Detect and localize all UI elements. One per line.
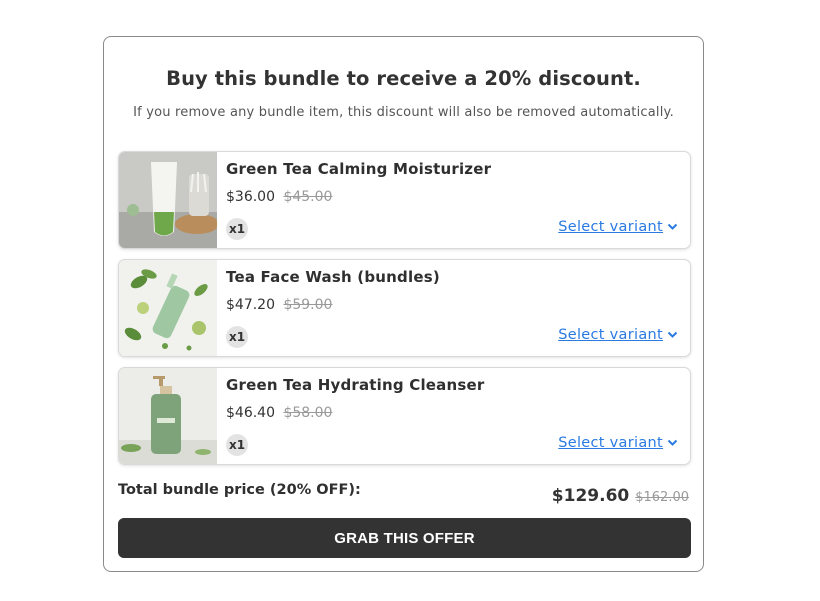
bundle-subtitle: If you remove any bundle item, this disc…: [133, 105, 674, 120]
product-name[interactable]: Green Tea Hydrating Cleanser: [226, 376, 484, 394]
select-variant-label: Select variant: [558, 219, 663, 235]
product-name[interactable]: Green Tea Calming Moisturizer: [226, 160, 491, 178]
product-original-price: $58.00: [283, 405, 333, 421]
total-price: $129.60: [551, 486, 630, 506]
chevron-down-icon: [667, 331, 678, 339]
product-price: $47.20: [226, 297, 275, 313]
product-prices: $46.40 $58.00: [226, 405, 332, 421]
select-variant-button[interactable]: Select variant: [558, 219, 678, 235]
chevron-down-icon: [667, 439, 678, 447]
bundle-item: Tea Face Wash (bundles) $47.20 $59.00 x1…: [118, 259, 691, 357]
select-variant-label: Select variant: [558, 435, 663, 451]
product-original-price: $45.00: [283, 189, 333, 205]
select-variant-label: Select variant: [558, 327, 663, 343]
grab-offer-button[interactable]: GRAB THIS OFFER: [118, 518, 691, 558]
quantity-badge: x1: [226, 326, 248, 348]
product-image: [119, 152, 217, 248]
total-original-price: $162.00: [635, 490, 689, 505]
total-label: Total bundle price (20% OFF):: [118, 482, 361, 498]
product-name[interactable]: Tea Face Wash (bundles): [226, 268, 440, 286]
quantity-badge: x1: [226, 434, 248, 456]
bundle-item: Green Tea Calming Moisturizer $36.00 $45…: [118, 151, 691, 249]
product-prices: $36.00 $45.00: [226, 189, 332, 205]
chevron-down-icon: [667, 223, 678, 231]
total-prices: $129.60 $162.00: [552, 486, 689, 506]
product-price: $36.00: [226, 189, 275, 205]
quantity-badge: x1: [226, 218, 248, 240]
select-variant-button[interactable]: Select variant: [558, 435, 678, 451]
product-original-price: $59.00: [283, 297, 333, 313]
product-prices: $47.20 $59.00: [226, 297, 332, 313]
product-image: [119, 368, 217, 464]
bundle-title: Buy this bundle to receive a 20% discoun…: [166, 67, 641, 90]
product-price: $46.40: [226, 405, 275, 421]
bundle-item: Green Tea Hydrating Cleanser $46.40 $58.…: [118, 367, 691, 465]
bundle-offer-card: Buy this bundle to receive a 20% discoun…: [103, 36, 704, 572]
product-image: [119, 260, 217, 356]
select-variant-button[interactable]: Select variant: [558, 327, 678, 343]
